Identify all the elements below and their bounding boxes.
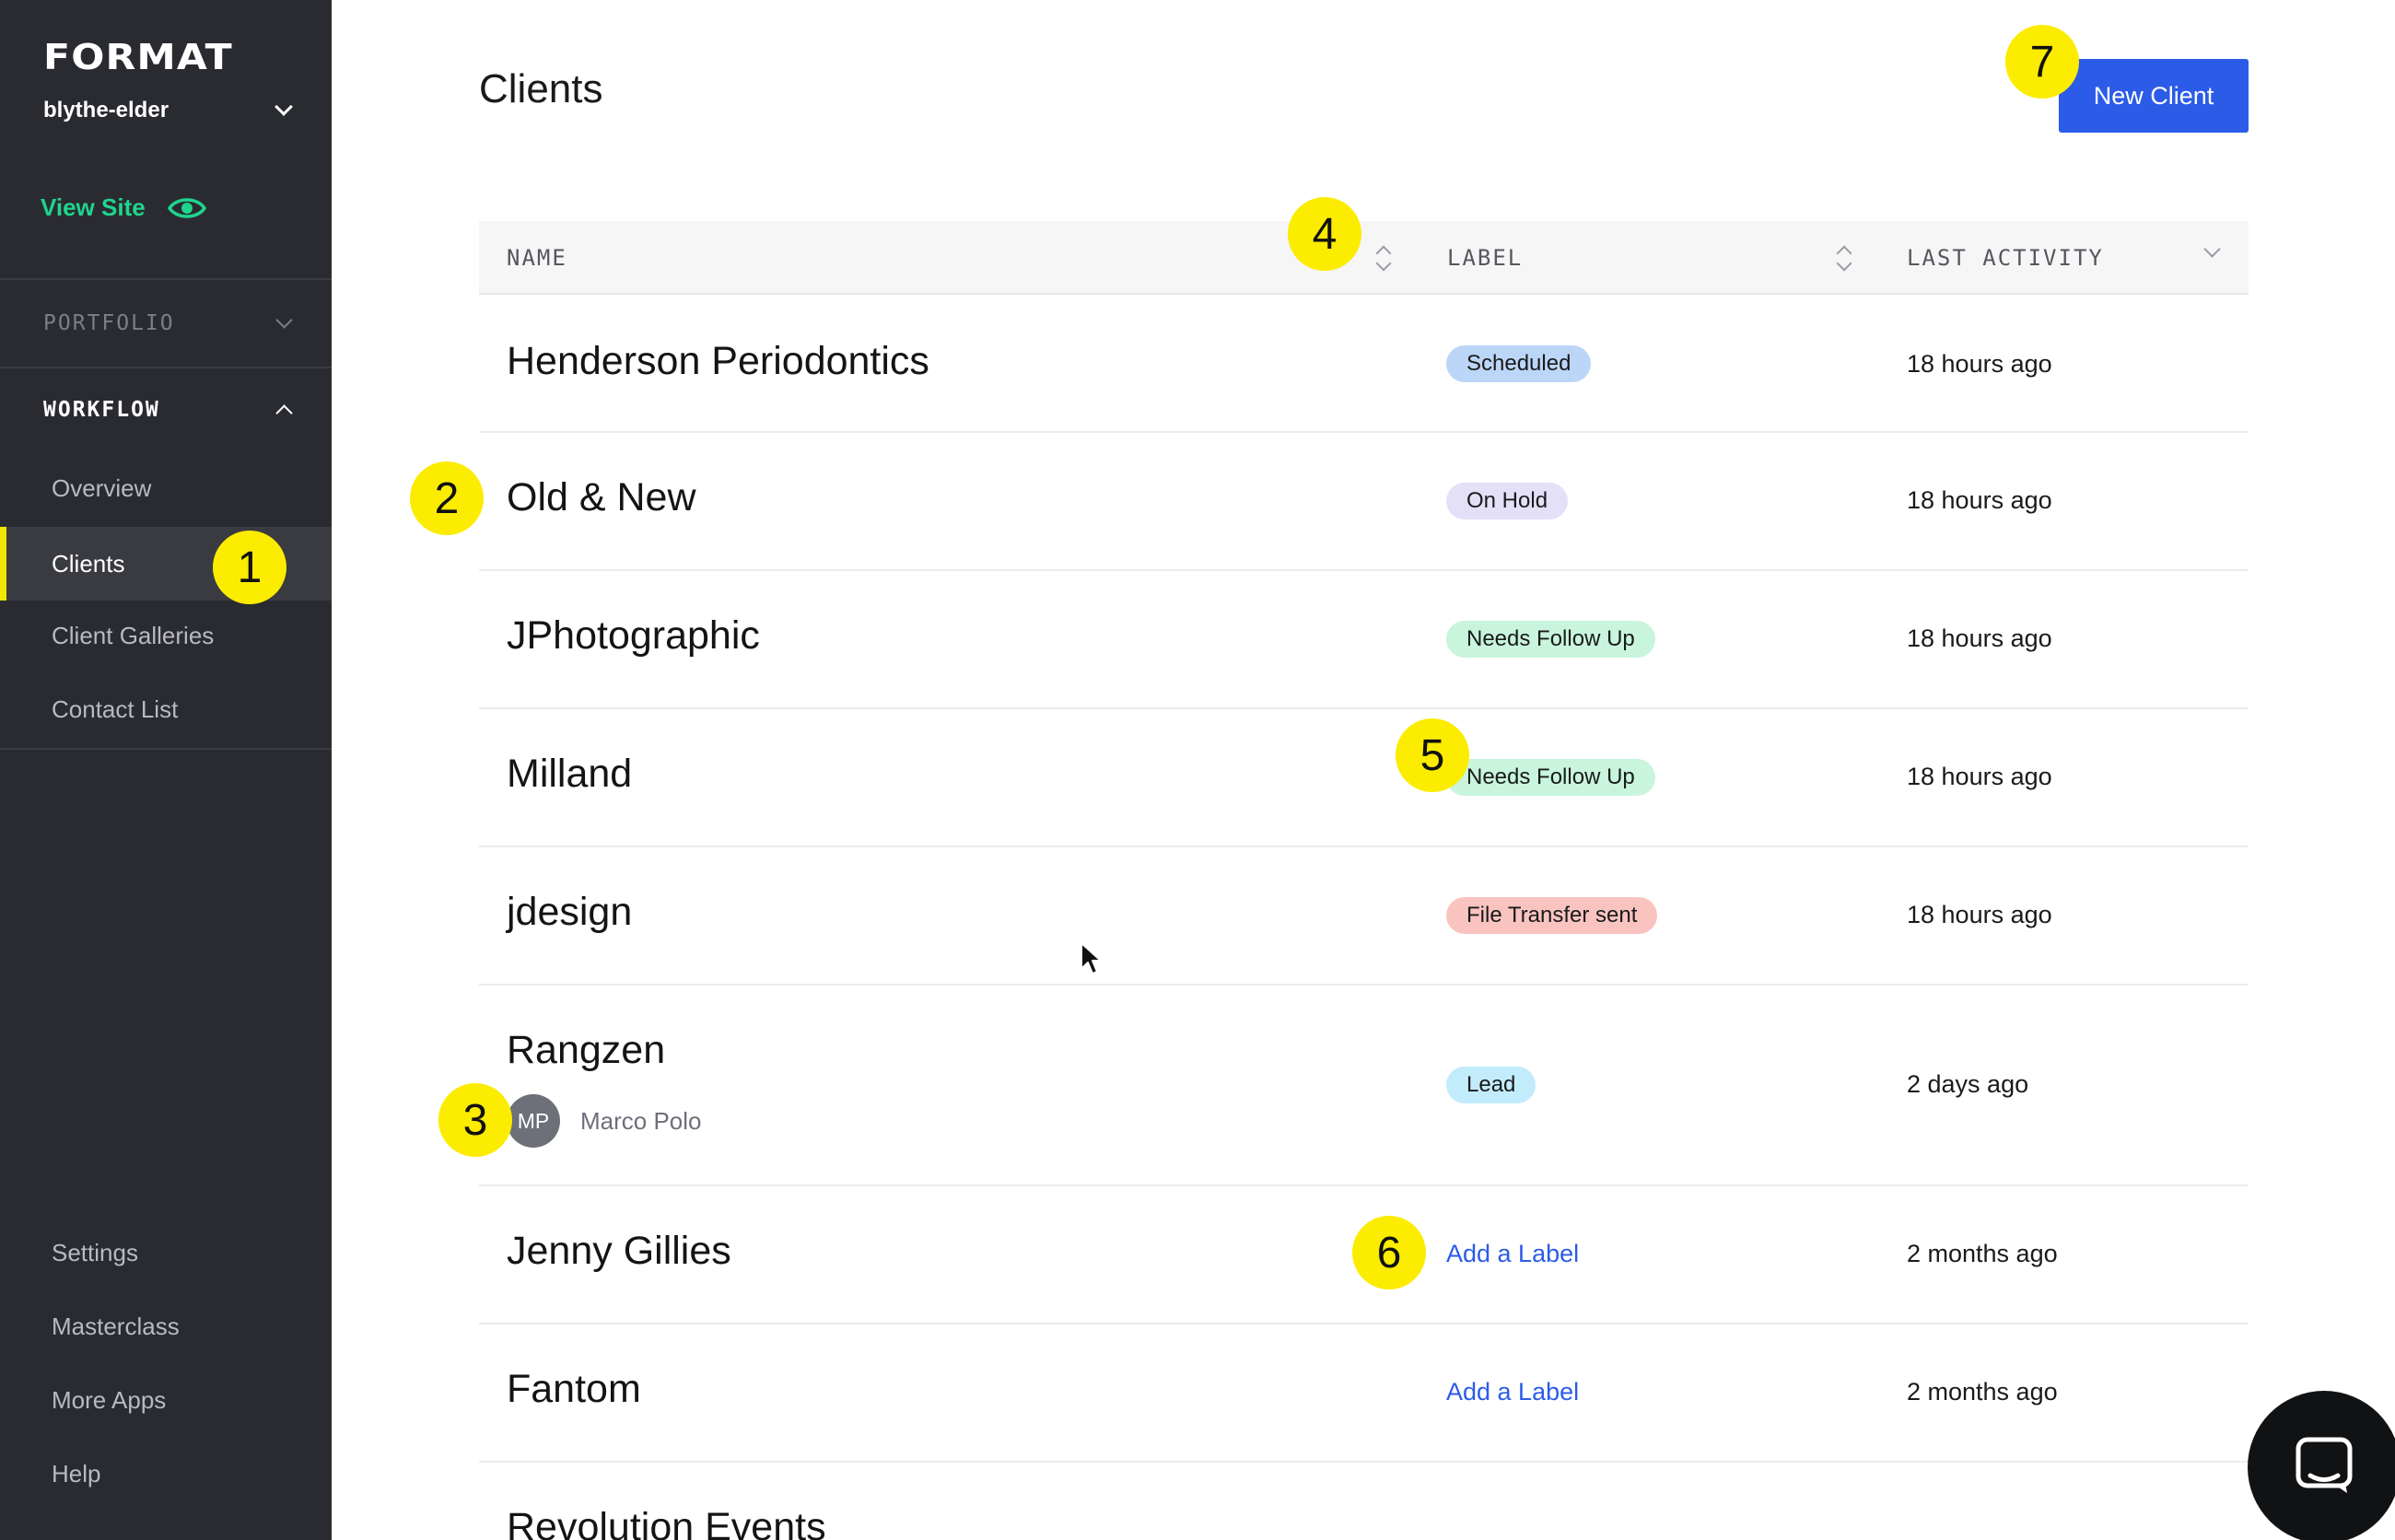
avatar[interactable]: MP — [507, 1094, 560, 1148]
sidebar-item-overview[interactable]: Overview — [0, 451, 332, 525]
sidebar-item-settings[interactable]: Settings — [0, 1216, 332, 1289]
last-activity: 18 hours ago — [1907, 350, 2052, 378]
sidebar-item-more-apps[interactable]: More Apps — [0, 1363, 332, 1437]
chat-icon — [2294, 1435, 2354, 1500]
view-site-link[interactable]: View Site — [41, 193, 206, 222]
annotation-marker: 6 — [1352, 1216, 1426, 1289]
last-activity: 2 months ago — [1907, 1240, 2058, 1267]
sidebar-item-help[interactable]: Help — [0, 1437, 332, 1511]
table-row[interactable]: Old & New On Hold 18 hours ago — [479, 433, 2249, 571]
table-row[interactable]: Rangzen MP Marco Polo Lead 2 days ago — [479, 986, 2249, 1186]
client-name[interactable]: Rangzen — [507, 1028, 665, 1073]
table-header: NAME LABEL LAST ACTIVITY — [479, 221, 2249, 295]
column-header-name[interactable]: NAME — [507, 221, 567, 295]
sidebar-item-masterclass[interactable]: Masterclass — [0, 1289, 332, 1363]
sort-icon[interactable] — [1835, 245, 1853, 273]
status-badge[interactable]: Lead — [1446, 1067, 1536, 1103]
add-label-link[interactable]: Add a Label — [1446, 1240, 1579, 1267]
status-badge[interactable]: On Hold — [1446, 483, 1569, 519]
chevron-up-icon — [275, 403, 293, 422]
client-name[interactable]: Fantom — [507, 1367, 641, 1412]
mouse-cursor-icon — [1080, 941, 1104, 981]
sidebar-section-portfolio[interactable]: PORTFOLIO — [43, 308, 293, 339]
table-row[interactable]: Henderson Periodontics Scheduled 18 hour… — [479, 295, 2249, 433]
format-logo[interactable]: FORMAT — [43, 37, 233, 77]
annotation-marker: 2 — [410, 461, 484, 535]
sidebar-divider — [0, 278, 332, 280]
table-row[interactable]: Milland Needs Follow Up 18 hours ago — [479, 709, 2249, 847]
chevron-down-icon — [275, 98, 293, 116]
sidebar: FORMAT blythe-elder View Site PORTFOLIO … — [0, 0, 332, 1540]
new-client-button[interactable]: New Client — [2059, 59, 2249, 133]
chevron-down-icon[interactable] — [2203, 240, 2221, 258]
last-activity: 2 days ago — [1907, 1070, 2029, 1098]
client-name[interactable]: Old & New — [507, 475, 696, 520]
chat-widget-button[interactable] — [2248, 1391, 2395, 1540]
client-name[interactable]: Revolution Events — [507, 1505, 826, 1540]
contact-name[interactable]: Marco Polo — [580, 1107, 702, 1136]
annotation-marker: 1 — [213, 531, 286, 604]
clients-table: NAME LABEL LAST ACTIVITY Henderson Perio… — [479, 221, 2249, 1540]
table-row[interactable]: Revolution Events — [479, 1463, 2249, 1540]
table-row[interactable]: JPhotographic Needs Follow Up 18 hours a… — [479, 571, 2249, 709]
client-name[interactable]: Henderson Periodontics — [507, 339, 929, 384]
eye-icon — [167, 195, 206, 221]
chevron-down-icon — [275, 310, 293, 329]
sidebar-divider — [0, 748, 332, 750]
status-badge[interactable]: File Transfer sent — [1446, 897, 1658, 934]
portfolio-label: PORTFOLIO — [43, 311, 175, 335]
page-title: Clients — [479, 66, 603, 111]
sidebar-item-contact-list[interactable]: Contact List — [0, 672, 332, 746]
annotation-marker: 5 — [1396, 718, 1469, 792]
sidebar-section-workflow[interactable]: WORKFLOW — [43, 394, 293, 426]
client-name[interactable]: jdesign — [507, 890, 632, 935]
app-window: FORMAT blythe-elder View Site PORTFOLIO … — [0, 0, 2395, 1540]
site-name: blythe-elder — [43, 98, 169, 122]
last-activity: 18 hours ago — [1907, 624, 2052, 652]
client-name[interactable]: Milland — [507, 752, 632, 797]
view-site-label: View Site — [41, 193, 146, 221]
sidebar-item-client-galleries[interactable]: Client Galleries — [0, 599, 332, 672]
client-name[interactable]: Jenny Gillies — [507, 1229, 731, 1274]
status-badge[interactable]: Needs Follow Up — [1446, 759, 1655, 796]
table-row[interactable]: Fantom Add a Label 2 months ago — [479, 1324, 2249, 1463]
annotation-marker: 3 — [438, 1083, 512, 1157]
add-label-link[interactable]: Add a Label — [1446, 1378, 1579, 1406]
annotation-marker: 4 — [1288, 197, 1361, 271]
table-row[interactable]: jdesign File Transfer sent 18 hours ago — [479, 847, 2249, 986]
last-activity: 2 months ago — [1907, 1378, 2058, 1406]
annotation-marker: 7 — [2005, 25, 2079, 99]
last-activity: 18 hours ago — [1907, 901, 2052, 928]
last-activity: 18 hours ago — [1907, 763, 2052, 790]
site-switcher[interactable]: blythe-elder — [43, 92, 293, 129]
column-header-label[interactable]: LABEL — [1447, 221, 1523, 295]
workflow-label: WORKFLOW — [43, 398, 160, 422]
client-name[interactable]: JPhotographic — [507, 613, 760, 659]
last-activity: 18 hours ago — [1907, 486, 2052, 514]
status-badge[interactable]: Needs Follow Up — [1446, 621, 1655, 658]
status-badge[interactable]: Scheduled — [1446, 345, 1592, 382]
sort-icon[interactable] — [1374, 245, 1393, 273]
sidebar-divider — [0, 367, 332, 368]
column-header-last-activity[interactable]: LAST ACTIVITY — [1907, 221, 2104, 295]
